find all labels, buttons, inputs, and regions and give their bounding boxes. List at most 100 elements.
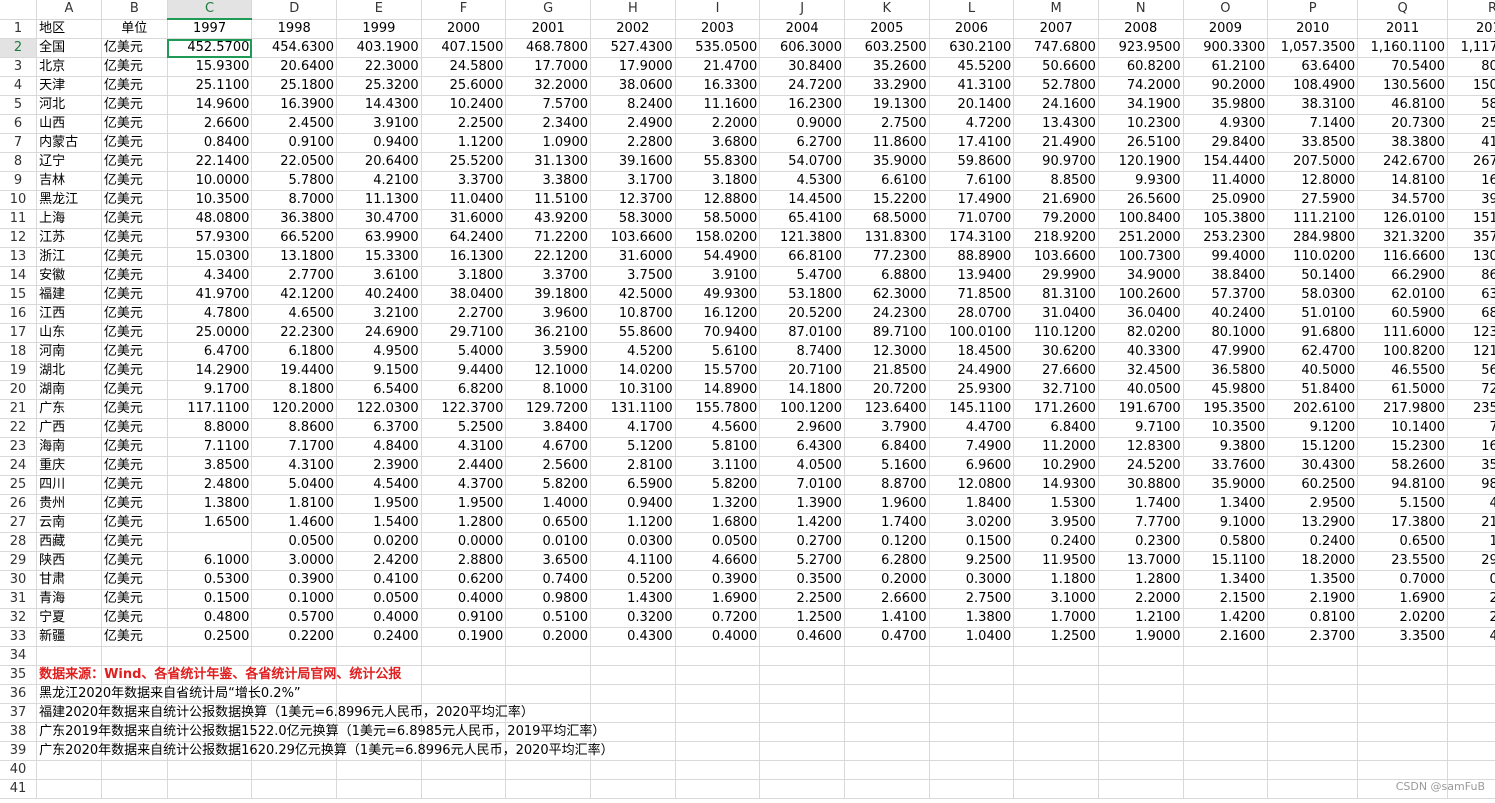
value-cell[interactable]: 94.8100 [1357, 475, 1448, 495]
empty-cell[interactable] [167, 646, 253, 666]
value-cell[interactable]: 11.1600 [675, 95, 761, 115]
value-cell[interactable]: 3.7900 [844, 418, 930, 438]
value-cell[interactable]: 8.1800 [251, 380, 338, 400]
value-cell[interactable]: 747.6800 [1013, 38, 1099, 58]
value-cell[interactable]: 25.0000 [167, 323, 253, 343]
value-cell[interactable]: 1.0400 [929, 627, 1015, 647]
value-cell[interactable]: 30.4300 [1267, 456, 1359, 476]
value-cell[interactable]: 0.0500 [675, 532, 761, 552]
header-cell[interactable]: 2010 [1267, 18, 1359, 39]
value-cell[interactable]: 284.9800 [1267, 228, 1359, 248]
value-cell[interactable]: 4.5400 [336, 475, 422, 495]
value-cell[interactable]: 87.0100 [759, 323, 845, 343]
value-cell[interactable]: 16.1200 [675, 304, 761, 324]
value-cell[interactable]: 16.1300 [421, 247, 507, 267]
row-header-28[interactable]: 28 [0, 532, 38, 552]
value-cell[interactable]: 38.8400 [1183, 266, 1269, 286]
value-cell[interactable]: 0.6110 [1447, 570, 1495, 590]
value-cell[interactable]: 111.6000 [1357, 323, 1448, 343]
value-cell[interactable]: 0.9400 [590, 494, 676, 514]
value-cell[interactable]: 117.1100 [167, 399, 253, 419]
value-cell[interactable]: 39.1600 [590, 152, 676, 172]
value-cell[interactable]: 31.1300 [505, 152, 591, 172]
value-cell[interactable]: 123.5267 [1447, 323, 1495, 343]
empty-cell[interactable] [421, 760, 507, 780]
unit-cell[interactable]: 亿美元 [101, 532, 168, 552]
value-cell[interactable]: 4.0795 [1447, 627, 1495, 647]
value-cell[interactable]: 6.9600 [929, 456, 1015, 476]
value-cell[interactable]: 35.9800 [1183, 95, 1269, 115]
value-cell[interactable]: 15.2300 [1357, 437, 1448, 457]
value-cell[interactable]: 100.0100 [929, 323, 1015, 343]
value-cell[interactable]: 32.4500 [1098, 361, 1184, 381]
value-cell[interactable]: 267.9315 [1447, 152, 1495, 172]
value-cell[interactable]: 1.7402 [1447, 532, 1495, 552]
empty-cell[interactable] [1013, 760, 1099, 780]
row-header-2[interactable]: 2 [0, 38, 38, 58]
value-cell[interactable]: 16.4119 [1447, 437, 1495, 457]
empty-cell[interactable] [1098, 741, 1184, 761]
row-header-34[interactable]: 34 [0, 646, 38, 666]
value-cell[interactable]: 0.5800 [1183, 532, 1269, 552]
column-header-f[interactable]: F [421, 0, 507, 20]
value-cell[interactable]: 0.8400 [167, 133, 253, 153]
value-cell[interactable]: 242.6700 [1357, 152, 1448, 172]
value-cell[interactable]: 1,057.3500 [1267, 38, 1359, 58]
value-cell[interactable]: 321.3200 [1357, 228, 1448, 248]
value-cell[interactable]: 2.2800 [590, 133, 676, 153]
value-cell[interactable]: 38.0400 [421, 285, 507, 305]
value-cell[interactable]: 3.0200 [929, 513, 1015, 533]
unit-cell[interactable]: 亿美元 [101, 380, 168, 400]
value-cell[interactable]: 15.9300 [167, 57, 253, 77]
value-cell[interactable]: 60.5900 [1357, 304, 1448, 324]
value-cell[interactable]: 0.2000 [505, 627, 591, 647]
value-cell[interactable]: 1.3900 [759, 494, 845, 514]
value-cell[interactable]: 207.5000 [1267, 152, 1359, 172]
value-cell[interactable]: 1.8100 [251, 494, 338, 514]
value-cell[interactable]: 38.3800 [1357, 133, 1448, 153]
value-cell[interactable]: 58.5000 [675, 209, 761, 229]
empty-cell[interactable] [929, 722, 1015, 742]
value-cell[interactable]: 2.8800 [421, 551, 507, 571]
active-cell[interactable]: 452.5700 [167, 38, 253, 58]
value-cell[interactable]: 6.1000 [167, 551, 253, 571]
value-cell[interactable]: 46.5500 [1357, 361, 1448, 381]
value-cell[interactable]: 0.4000 [336, 608, 422, 628]
value-cell[interactable]: 29.3609 [1447, 551, 1495, 571]
value-cell[interactable]: 130.5600 [1357, 76, 1448, 96]
unit-cell[interactable]: 亿美元 [101, 266, 168, 286]
value-cell[interactable]: 4.3400 [167, 266, 253, 286]
value-cell[interactable]: 0.3900 [251, 570, 338, 590]
row-header-41[interactable]: 41 [0, 779, 38, 799]
value-cell[interactable]: 58.2600 [1357, 456, 1448, 476]
value-cell[interactable]: 38.0600 [590, 76, 676, 96]
value-cell[interactable]: 191.6700 [1098, 399, 1184, 419]
value-cell[interactable]: 2.4500 [251, 114, 338, 134]
value-cell[interactable]: 4.7200 [929, 114, 1015, 134]
value-cell[interactable]: 57.3700 [1183, 285, 1269, 305]
value-cell[interactable]: 2.1900 [1267, 589, 1359, 609]
empty-cell[interactable] [1357, 760, 1448, 780]
value-cell[interactable]: 0.9100 [251, 133, 338, 153]
value-cell[interactable]: 25.5200 [421, 152, 507, 172]
value-cell[interactable]: 1,117.1600 [1447, 38, 1495, 58]
value-cell[interactable]: 0.3200 [590, 608, 676, 628]
empty-cell[interactable] [675, 760, 761, 780]
value-cell[interactable]: 253.2300 [1183, 228, 1269, 248]
region-cell[interactable]: 湖南 [36, 380, 102, 400]
value-cell[interactable]: 403.1900 [336, 38, 422, 58]
value-cell[interactable]: 11.1300 [336, 190, 422, 210]
value-cell[interactable]: 1.7000 [1013, 608, 1099, 628]
value-cell[interactable]: 22.0500 [251, 152, 338, 172]
value-cell[interactable]: 1.2500 [759, 608, 845, 628]
value-cell[interactable]: 30.6200 [1013, 342, 1099, 362]
value-cell[interactable]: 129.7200 [505, 399, 591, 419]
unit-cell[interactable]: 亿美元 [101, 494, 168, 514]
unit-cell[interactable]: 亿美元 [101, 323, 168, 343]
value-cell[interactable]: 1.9500 [336, 494, 422, 514]
value-cell[interactable]: 8.8700 [844, 475, 930, 495]
value-cell[interactable]: 3.1100 [675, 456, 761, 476]
region-cell[interactable]: 四川 [36, 475, 102, 495]
empty-cell[interactable] [844, 722, 930, 742]
value-cell[interactable]: 0.4000 [675, 627, 761, 647]
